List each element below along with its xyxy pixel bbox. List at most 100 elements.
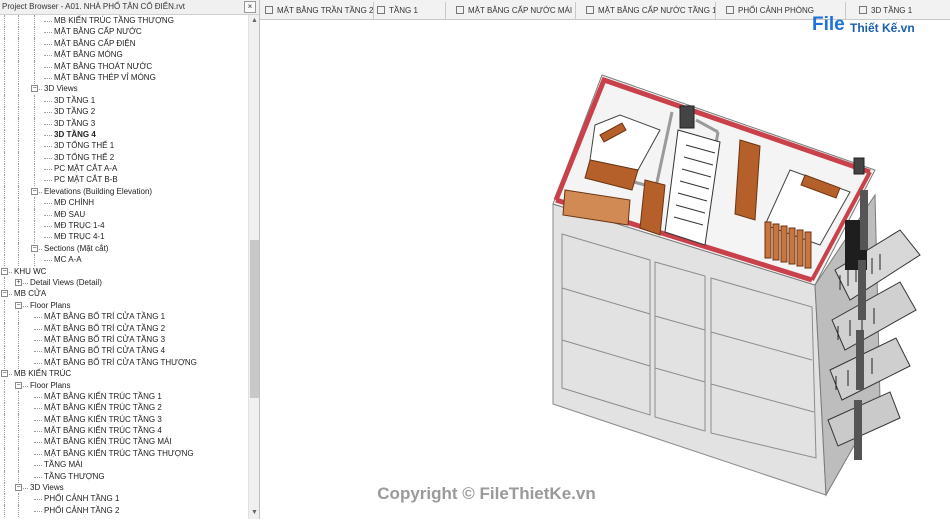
tree-view-item[interactable]: MẶT BẰNG KIẾN TRÚC TẦNG 3 <box>0 413 248 426</box>
tree-view-item[interactable]: PHỐI CẢNH TẦNG 2 <box>0 504 248 517</box>
tab-3d-tang-1[interactable]: 3D TẦNG 1 <box>846 2 950 19</box>
tree-guide-line <box>18 174 19 187</box>
tree-view-item[interactable]: MẶT BẰNG THOÁT NƯỚC <box>0 60 248 73</box>
tree-view-item[interactable]: MẶT BẰNG BỐ TRÍ CỬA TẦNG 4 <box>0 345 248 358</box>
tree-view-item[interactable]: 3D TỔNG THỂ 1 <box>0 140 248 153</box>
collapse-icon[interactable]: − <box>1 290 8 298</box>
tree-group-node[interactable]: −3D Views <box>0 83 248 96</box>
tree-guide-line <box>34 49 35 62</box>
collapse-icon[interactable]: − <box>31 85 38 93</box>
tree-item-label: Floor Plans <box>30 380 71 390</box>
tree-item-label: MẶT BẰNG CẤP NƯỚC <box>54 27 142 37</box>
tree-guide-line <box>4 220 5 233</box>
tree-view-item[interactable]: MẶT BẰNG BỐ TRÍ CỬA TẦNG 3 <box>0 333 248 346</box>
tab-mat-bang-cap-nuoc-mai[interactable]: MẶT BẰNG CẤP NƯỚC MÁI <box>446 2 576 19</box>
tree-view-item[interactable]: TẦNG MÁI <box>0 459 248 472</box>
tree-guide-line <box>4 242 5 255</box>
tree-view-item[interactable]: MẶT BẰNG BỐ TRÍ CỬA TẦNG 1 <box>0 311 248 324</box>
tree-item-label: MẶT BẰNG MÓNG <box>54 50 123 60</box>
tree-group-node[interactable]: − MB CỬA <box>0 288 248 299</box>
project-browser-title-text: Project Browser - A01. NHÀ PHỐ TÂN CỔ ĐI… <box>2 2 186 11</box>
view-icon <box>456 6 464 14</box>
collapse-icon[interactable]: − <box>15 301 22 309</box>
scrollbar-thumb[interactable] <box>250 240 259 398</box>
tree-view-item[interactable]: MĐ TRỤC 4-1 <box>0 231 248 244</box>
tree-view-item[interactable]: 3D TẦNG 2 <box>0 106 248 119</box>
scroll-down-icon[interactable]: ▼ <box>250 508 259 517</box>
tree-guide-line <box>18 26 19 39</box>
tree-view-item[interactable]: 3D TẦNG 3 <box>0 117 248 130</box>
tree-view-item[interactable]: MẶT BẰNG KIẾN TRÚC TẦNG 2 <box>0 402 248 415</box>
tab-mat-bang-cap-nuoc-tang-1[interactable]: MẶT BẰNG CẤP NƯỚC TẦNG 1 <box>576 2 716 19</box>
tree-item-label: MẶT BẰNG THÉP VỈ MÓNG <box>54 72 156 82</box>
tree-item-label: MẶT BẰNG BỐ TRÍ CỬA TẦNG 4 <box>44 346 166 356</box>
tree-view-item[interactable]: MẶT BẰNG BỐ TRÍ CỬA TẦNG 2 <box>0 322 248 335</box>
tree-view-item[interactable]: MĐ CHÍNH <box>0 197 248 210</box>
tree-view-item[interactable]: MĐ TRỤC 1-4 <box>0 220 248 233</box>
tree-guide-line <box>34 140 35 153</box>
tree-guide-line <box>4 425 5 438</box>
tree-item-label: Floor Plans <box>30 300 71 310</box>
tree-group-node[interactable]: − Floor Plans <box>0 379 248 392</box>
tree-view-item[interactable]: PHỐI CẢNH TẦNG 1 <box>0 493 248 506</box>
close-icon[interactable]: × <box>244 1 256 13</box>
tree-view-item[interactable]: MẶT BẰNG CẤP NƯỚC <box>0 26 248 39</box>
project-browser: Project Browser - A01. NHÀ PHỐ TÂN CỔ ĐI… <box>0 0 260 519</box>
tree-group-node[interactable]: − MB KIẾN TRÚC <box>0 368 248 379</box>
tree-guide-line <box>4 402 5 415</box>
tree-view-item[interactable]: 3D TỔNG THỂ 2 <box>0 151 248 164</box>
tree-guide-line <box>4 174 5 187</box>
tree-guide-line <box>18 447 19 460</box>
tree-view-item[interactable]: 3D TẦNG 1 <box>0 94 248 107</box>
tree-group-node[interactable]: −3D Views <box>0 482 248 495</box>
tree-view-item[interactable]: PC MẶT CẮT A-A <box>0 163 248 176</box>
tab-tang-1[interactable]: TẦNG 1 <box>374 2 446 19</box>
tree-guide-line <box>34 26 35 39</box>
tree-view-item[interactable]: MẶT BẰNG CẤP ĐIỆN <box>0 37 248 50</box>
tree-guide-line <box>44 157 52 159</box>
tree-guide-line <box>44 43 52 45</box>
tree-view-item[interactable]: 3D TẦNG 4 <box>0 128 248 141</box>
tree-view-item[interactable]: TẦNG THƯỢNG <box>0 470 248 483</box>
tree-group-node[interactable]: − Elevations (Building Elevation) <box>0 185 248 198</box>
tree-guide-line <box>18 333 19 346</box>
tree-guide-line <box>18 459 19 472</box>
collapse-icon[interactable]: − <box>1 267 8 275</box>
collapse-icon[interactable]: − <box>31 187 38 195</box>
tree-view-item[interactable]: MĐ SAU <box>0 208 248 221</box>
tree-guide-line <box>18 83 19 96</box>
tree-group-node[interactable]: − Floor Plans <box>0 299 248 312</box>
tree-view-item[interactable]: MẶT BẰNG THÉP VỈ MÓNG <box>0 71 248 84</box>
3d-view-canvas[interactable] <box>260 20 950 519</box>
browser-scrollbar[interactable]: ▲ ▼ <box>248 15 259 519</box>
tab-mat-bang-tran-tang-2[interactable]: MẶT BẰNG TRẦN TẦNG 2 <box>262 2 374 19</box>
tree-view-item[interactable]: MẶT BẰNG BỐ TRÍ CỬA TẦNG THƯỢNG <box>0 356 248 369</box>
tree-guide-line <box>18 402 19 415</box>
tree-view-item[interactable]: PC MẶT CẮT B-B <box>0 174 248 187</box>
tree-item-label: 3D Views <box>44 84 78 94</box>
tree-view-item[interactable]: MC A-A <box>0 254 248 267</box>
tree-view-item[interactable]: MẶT BẰNG KIẾN TRÚC TẦNG 1 <box>0 390 248 403</box>
tree-view-item[interactable]: MB KIẾN TRÚC TẦNG THƯỢNG <box>0 15 248 27</box>
tree-item-label: MẶT BẰNG KIẾN TRÚC TẦNG THƯỢNG <box>44 448 194 458</box>
tree-item-label: MẶT BẰNG KIẾN TRÚC TẦNG 1 <box>44 391 162 401</box>
scroll-up-icon[interactable]: ▲ <box>250 16 259 25</box>
expand-icon[interactable]: + <box>15 278 22 286</box>
tree-view-item[interactable]: MẶT BẰNG KIẾN TRÚC TẦNG 4 <box>0 425 248 438</box>
tree-guide-line <box>34 163 35 176</box>
tree-view-item[interactable]: MẶT BẰNG MÓNG <box>0 49 248 62</box>
tree-guide-line <box>44 21 52 22</box>
collapse-icon[interactable]: − <box>15 381 22 389</box>
tree-group-node[interactable]: − KHU WC <box>0 266 248 277</box>
tree-group-node[interactable]: + Detail Views (Detail) <box>0 276 248 289</box>
tree-group-node[interactable]: − Sections (Mặt cắt) <box>0 242 248 255</box>
collapse-icon[interactable]: − <box>15 484 22 492</box>
tab-label: MẶT BẰNG TRẦN TẦNG 2 <box>277 6 374 15</box>
tree-item-label: Detail Views (Detail) <box>30 277 102 287</box>
collapse-icon[interactable]: − <box>31 244 38 252</box>
tree-view-item[interactable]: MẶT BẰNG KIẾN TRÚC TẦNG MÁI <box>0 436 248 449</box>
tree-view-item[interactable]: MẶT BẰNG KIẾN TRÚC TẦNG THƯỢNG <box>0 447 248 460</box>
tree-item-label: TẦNG MÁI <box>44 460 83 470</box>
view-icon <box>265 6 273 14</box>
collapse-icon[interactable]: − <box>1 370 8 378</box>
